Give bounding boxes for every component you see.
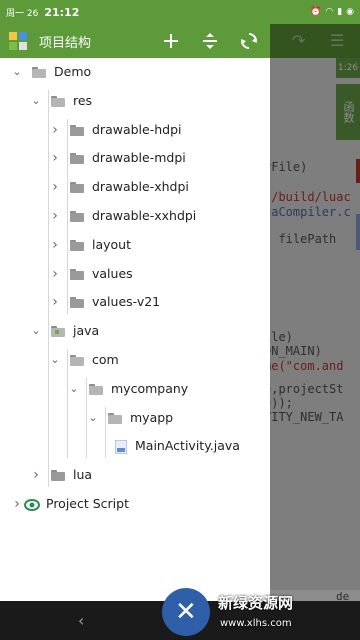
tree-item-label: Demo (54, 64, 92, 79)
chevron-down-icon[interactable]: ⌄ (12, 66, 22, 77)
back-icon[interactable]: ‹ (78, 611, 84, 630)
tree-item-label: drawable-mdpi (92, 150, 186, 166)
tree-item-label: drawable-xxhdpi (92, 208, 197, 223)
folder-icon (70, 153, 84, 165)
app-logo-icon (9, 32, 27, 50)
tree-item-label: myapp (130, 409, 174, 425)
watermark-logo (162, 588, 210, 636)
tree-row-demo[interactable]: ⌄ Demo (0, 58, 270, 86)
folder-icon (89, 383, 103, 395)
project-structure-drawer: 项目结构 ⌄ Demo ⌄ res › drawable-hdpi › drawable-md… (0, 24, 270, 601)
chevron-right-icon[interactable]: › (50, 209, 60, 223)
folder-icon (32, 67, 46, 78)
chevron-right-icon[interactable]: › (50, 295, 60, 309)
tree-item-label: lua (73, 467, 93, 483)
tree-item-label: java (73, 323, 100, 339)
tree-row-myapp[interactable]: ⌄ myapp (0, 404, 270, 432)
tree-row-java[interactable]: ⌄ java (0, 317, 270, 345)
folder-icon (51, 470, 65, 482)
tree-row-lua[interactable]: › lua (0, 461, 270, 489)
tree-guide-line (67, 118, 68, 315)
tree-row-com[interactable]: ⌄ com (0, 346, 270, 374)
tree-guide-line (105, 406, 106, 459)
chevron-right-icon[interactable]: › (50, 267, 60, 281)
tree-row-mycompany[interactable]: ⌄ mycompany (0, 375, 270, 403)
chevron-right-icon[interactable]: › (50, 238, 60, 252)
chevron-right-icon[interactable]: › (50, 123, 60, 137)
wifi-icon: ◠ (325, 7, 334, 17)
tree-row-mainactivity-java[interactable]: MainActivity.java (0, 432, 270, 460)
folder-icon (70, 182, 84, 194)
tree-row-layout[interactable]: › layout (0, 231, 270, 259)
watermark-url: www.xlhs.com (220, 618, 292, 629)
tree-guide-line (86, 377, 87, 459)
chevron-right-icon[interactable]: › (50, 151, 60, 165)
plus-icon (164, 34, 178, 48)
signal-4g-icon: ▮ (337, 7, 343, 17)
folder-icon (51, 95, 65, 107)
folder-icon (70, 355, 84, 366)
tree-item-label: drawable-xhdpi (92, 179, 189, 195)
tree-guide-line (67, 349, 68, 459)
chevron-down-icon[interactable]: ⌄ (69, 383, 79, 394)
tree-row-drawable-hdpi[interactable]: › drawable-hdpi (0, 116, 270, 144)
folder-icon (70, 211, 84, 222)
folder-icon (51, 326, 65, 338)
script-eye-icon (24, 497, 40, 511)
chevron-right-icon[interactable]: › (12, 497, 22, 511)
tree-item-label: MainActivity.java (135, 438, 240, 454)
refresh-button[interactable] (232, 24, 266, 58)
tree-item-label: mycompany (111, 380, 189, 396)
watermark: 新绿资源网 www.xlhs.com (162, 588, 360, 640)
folder-icon (70, 268, 84, 280)
alarm-icon: ⏰ (310, 7, 322, 17)
tree-item-label: Project Script (46, 496, 129, 511)
tree-item-label: drawable-hdpi (92, 121, 182, 137)
chevron-down-icon[interactable]: ⌄ (31, 325, 41, 336)
folder-icon (108, 412, 122, 424)
tree-item-label: com (92, 352, 119, 367)
tree-row-drawable-xhdpi[interactable]: › drawable-xhdpi (0, 173, 270, 201)
tree-row-drawable-xxhdpi[interactable]: › drawable-xxhdpi (0, 202, 270, 230)
tree-item-label: values-v21 (92, 294, 161, 310)
folder-icon (70, 239, 84, 251)
watermark-title: 新绿资源网 (218, 594, 294, 612)
tree-guide-line (48, 89, 49, 487)
chevron-right-icon[interactable]: › (50, 180, 60, 194)
chevron-down-icon[interactable]: ⌄ (50, 354, 60, 365)
tree-row-values-v21[interactable]: › values-v21 (0, 288, 270, 316)
add-button[interactable] (154, 24, 188, 58)
tree-row-project-script[interactable]: › Project Script (0, 490, 270, 518)
tree-row-values[interactable]: › values (0, 260, 270, 288)
tree-row-res[interactable]: ⌄ res (0, 87, 270, 115)
drawer-header: 项目结构 (0, 24, 270, 58)
tree-item-label: layout (92, 236, 132, 252)
collapse-icon (203, 33, 217, 49)
battery-icon: ◉ (346, 7, 354, 17)
tree-item-label: values (92, 265, 133, 281)
folder-icon (70, 124, 84, 136)
status-date: 周一 26 (6, 8, 39, 19)
drawer-title: 项目结构 (39, 35, 92, 51)
chevron-down-icon[interactable]: ⌄ (88, 412, 98, 423)
status-bar: 周一 26 21:12 ⏰ ◠ ▮ ◉ (0, 0, 360, 24)
status-icons: ⏰ ◠ ▮ ◉ (310, 7, 354, 17)
status-time: 21:12 (44, 5, 80, 19)
collapse-all-button[interactable] (193, 24, 227, 58)
chevron-right-icon[interactable]: › (31, 468, 41, 482)
folder-icon (70, 297, 84, 309)
java-file-icon (114, 439, 128, 455)
refresh-icon (241, 33, 257, 49)
tree-item-label: res (73, 92, 93, 108)
tree-row-drawable-mdpi[interactable]: › drawable-mdpi (0, 144, 270, 172)
chevron-down-icon[interactable]: ⌄ (31, 95, 41, 106)
